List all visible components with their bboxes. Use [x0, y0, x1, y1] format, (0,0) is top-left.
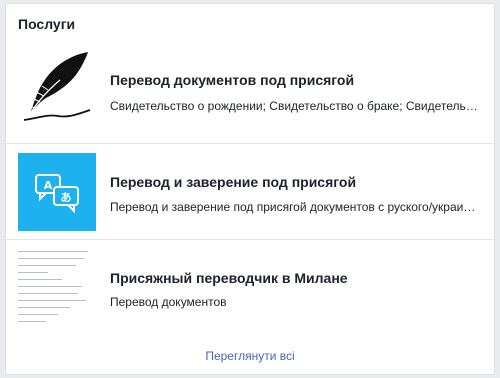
svg-text:A: A: [44, 179, 53, 192]
service-item-title: Присяжный переводчик в Милане: [110, 270, 348, 286]
service-item-subtitle: Свидетельство о рождении; Свидетельство …: [110, 99, 480, 113]
see-all-link[interactable]: Переглянути всі: [6, 349, 494, 363]
service-item-sworn-translation[interactable]: Перевод документов под присягой Свидетел…: [6, 36, 494, 126]
service-item-title: Перевод и заверение под присягой: [110, 174, 357, 190]
services-card: Послуги Перевод документов под присягой …: [5, 3, 495, 375]
translate-chat-icon: A あ: [18, 153, 96, 231]
document-preview-icon: [18, 245, 96, 323]
svg-text:あ: あ: [61, 191, 72, 204]
services-title: Послуги: [18, 16, 76, 32]
service-item-title: Перевод документов под присягой: [110, 72, 355, 88]
service-item-sworn-translator-milan[interactable]: Присяжный переводчик в Милане Перевод до…: [6, 239, 494, 329]
service-item-sworn-certification[interactable]: A あ Перевод и заверение под присягой Пер…: [6, 143, 494, 233]
service-item-subtitle: Перевод документов: [110, 295, 227, 309]
quill-feather-icon: [18, 48, 96, 126]
service-item-subtitle: Перевод и заверение под присягой докумен…: [110, 200, 480, 214]
